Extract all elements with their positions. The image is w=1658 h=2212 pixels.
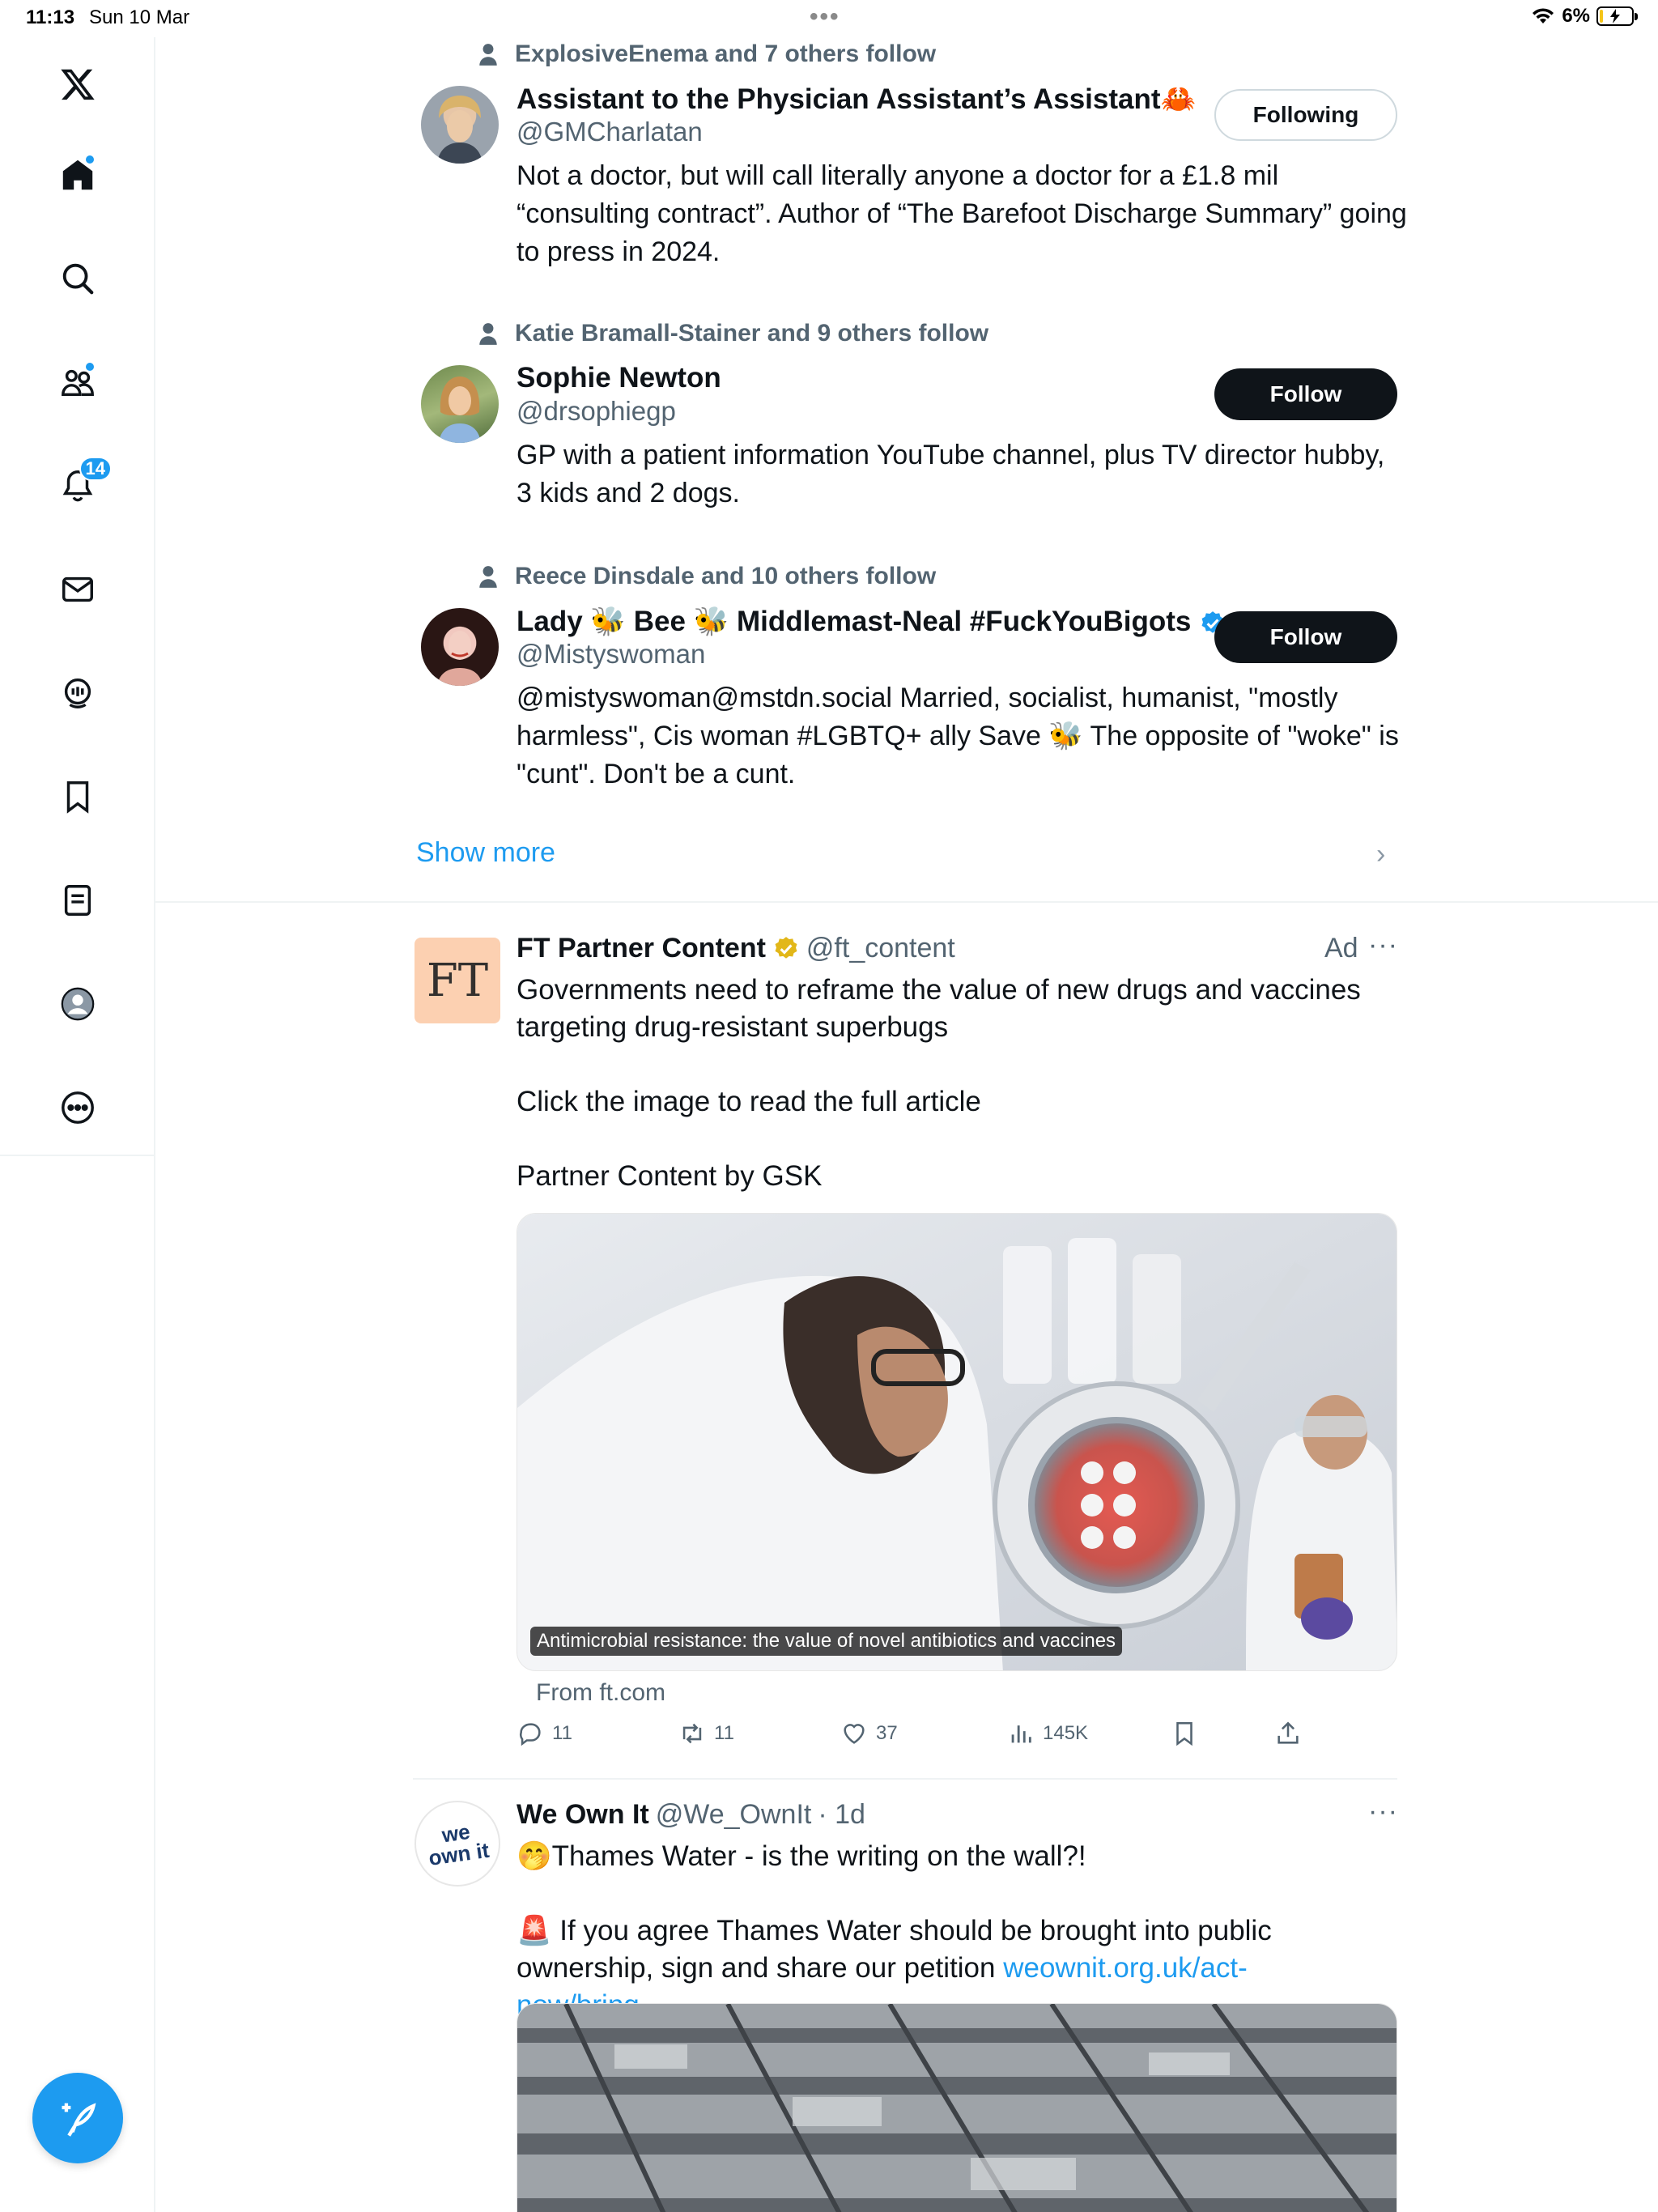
wifi-icon: [1533, 8, 1554, 23]
x-logo-icon[interactable]: [49, 55, 107, 113]
ad-label: Ad: [1324, 933, 1358, 963]
battery-icon: [1596, 6, 1638, 26]
follow-button[interactable]: Follow: [1214, 611, 1397, 663]
status-date: Sun 10 Mar: [89, 6, 190, 28]
bookmark-button[interactable]: [1171, 1720, 1198, 1747]
tweet-author-name[interactable]: FT Partner Content: [517, 933, 766, 964]
tweet-text: Governments need to reframe the value of…: [517, 974, 1361, 1192]
tweet-author-name[interactable]: We Own It: [517, 1799, 649, 1831]
communities-badge-dot: [84, 361, 96, 372]
sidebar: 14: [0, 37, 155, 2212]
multitasking-dots-icon[interactable]: •••: [810, 3, 840, 31]
user-name[interactable]: Sophie Newton: [517, 362, 721, 394]
tweet-divider: [413, 1778, 1397, 1780]
lab-photo: [517, 1214, 1397, 1670]
messages-envelope-icon[interactable]: [49, 560, 107, 619]
profile-avatar-icon[interactable]: [49, 975, 107, 1033]
tweet-media-image[interactable]: Antimicrobial resistance: the value of n…: [517, 1213, 1397, 1671]
gold-verified-badge-icon: [775, 936, 797, 959]
following-button[interactable]: Following: [1214, 89, 1397, 141]
like-button[interactable]: 37: [840, 1720, 898, 1747]
repost-button[interactable]: 11: [678, 1720, 734, 1747]
tweet-author-handle[interactable]: @We_OwnIt: [656, 1799, 812, 1831]
social-context: Reece Dinsdale and 10 others follow: [478, 563, 936, 590]
user-handle[interactable]: @GMCharlatan: [517, 117, 703, 147]
analytics-icon: [1011, 1725, 1031, 1743]
sidebar-divider: [0, 1155, 154, 1156]
tweet-actions: 11 11 37 145K: [517, 1720, 1326, 1760]
repost-icon: [682, 1723, 702, 1744]
avatar[interactable]: [421, 86, 499, 164]
status-time: 11:13: [26, 6, 75, 28]
user-handle[interactable]: @drsophiegp: [517, 396, 676, 427]
show-more-link[interactable]: Show more: [416, 837, 555, 869]
tweet-more-icon[interactable]: ···: [1368, 929, 1398, 961]
lists-icon[interactable]: [49, 871, 107, 929]
we-own-it-avatar[interactable]: we own it: [414, 1801, 500, 1887]
follow-button[interactable]: Follow: [1214, 368, 1397, 420]
reply-button[interactable]: 11: [517, 1720, 572, 1747]
structure-photo: [517, 2004, 1397, 2212]
ft-avatar[interactable]: FT: [414, 938, 500, 1023]
social-context: ExplosiveEnema and 7 others follow: [478, 40, 936, 68]
tweet-time[interactable]: · 1d: [818, 1799, 865, 1831]
share-icon: [1278, 1721, 1299, 1744]
media-caption: Antimicrobial resistance: the value of n…: [530, 1627, 1123, 1656]
battery-percent: 6%: [1562, 5, 1590, 27]
tweet-author-handle[interactable]: @ft_content: [806, 933, 955, 964]
tweet-header: FT Partner Content @ft_content: [517, 933, 955, 964]
person-icon: [479, 44, 497, 66]
share-button[interactable]: [1274, 1720, 1302, 1747]
person-icon: [479, 566, 497, 588]
compose-post-button[interactable]: [32, 2073, 123, 2163]
views-button[interactable]: 145K: [1007, 1720, 1088, 1747]
tweet-header: We Own It @We_OwnIt · 1d: [517, 1799, 865, 1831]
notifications-count-badge: 14: [79, 457, 112, 481]
home-icon[interactable]: [49, 146, 107, 204]
chevron-right-icon[interactable]: ›: [1376, 839, 1385, 870]
feather-plus-icon: [62, 2103, 96, 2137]
reply-icon: [520, 1723, 541, 1746]
user-bio: Not a doctor, but will call literally an…: [517, 160, 1407, 267]
user-bio: GP with a patient information YouTube ch…: [517, 440, 1385, 508]
social-context: Katie Bramall-Stainer and 9 others follo…: [478, 320, 988, 347]
avatar[interactable]: [421, 608, 499, 686]
status-bar: 11:13 Sun 10 Mar ••• 6%: [0, 0, 1658, 37]
home-badge-dot: [84, 154, 96, 165]
section-divider: [155, 901, 1658, 903]
communities-icon[interactable]: [49, 353, 107, 411]
notifications-bell-icon[interactable]: 14: [49, 457, 112, 515]
user-name[interactable]: Lady 🐝 Bee 🐝 Middlemast-Neal #FuckYouBig…: [517, 605, 1226, 638]
bookmark-icon: [1176, 1721, 1192, 1746]
person-icon: [479, 323, 497, 345]
tweet-more-icon[interactable]: ···: [1368, 1796, 1398, 1827]
tweet-media-image[interactable]: [517, 2003, 1397, 2212]
user-handle[interactable]: @Mistyswoman: [517, 639, 705, 670]
search-icon[interactable]: [49, 249, 107, 308]
tweet-text-line1: 🤭Thames Water - is the writing on the wa…: [517, 1840, 1086, 1872]
spaces-microphone-icon[interactable]: [49, 664, 107, 722]
status-right: 6%: [1531, 5, 1638, 28]
bookmarks-icon[interactable]: [49, 768, 107, 826]
more-options-icon[interactable]: [49, 1078, 107, 1137]
avatar[interactable]: [421, 365, 499, 443]
user-bio: @mistyswoman@mstdn.social Married, socia…: [517, 683, 1399, 789]
user-name[interactable]: Assistant to the Physician Assistant’s A…: [517, 83, 1196, 116]
heart-icon: [844, 1724, 865, 1744]
link-source[interactable]: From ft.com: [536, 1679, 665, 1707]
